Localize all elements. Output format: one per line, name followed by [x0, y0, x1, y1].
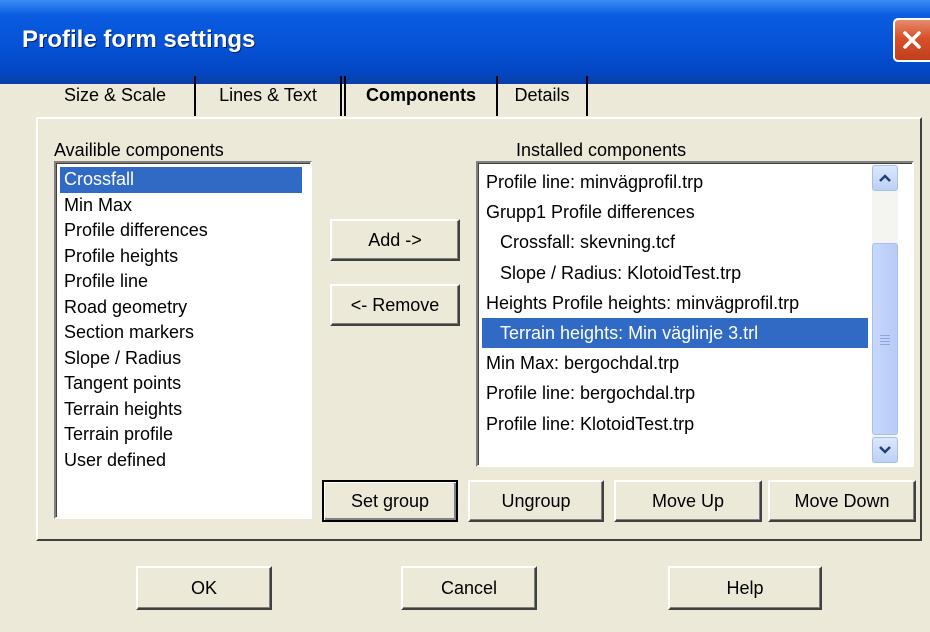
list-item[interactable]: Profile line: bergochdal.trp — [482, 378, 868, 408]
list-item[interactable]: Min Max — [60, 193, 302, 219]
list-item[interactable]: Grupp1 Profile differences — [482, 197, 868, 227]
available-components-label: Availible components — [54, 140, 224, 160]
list-item[interactable]: Heights Profile heights: minvägprofil.tr… — [482, 288, 868, 318]
scroll-up-button[interactable] — [872, 165, 898, 191]
list-item[interactable]: Terrain heights: Min väglinje 3.trl — [482, 317, 868, 349]
list-item[interactable]: Crossfall — [60, 167, 302, 193]
tab-details[interactable]: Details — [498, 76, 588, 116]
set-group-button[interactable]: Set group — [322, 480, 458, 522]
grip-line — [880, 344, 890, 345]
window-title: Profile form settings — [22, 26, 256, 53]
installed-components-list[interactable]: Profile line: minvägprofil.trp Grupp1 Pr… — [476, 161, 914, 467]
scroll-thumb[interactable] — [872, 243, 898, 435]
list-item[interactable]: Terrain heights — [60, 397, 302, 423]
list-item[interactable]: Profile line — [60, 269, 302, 295]
list-item[interactable]: Profile heights — [60, 244, 302, 270]
available-components-list[interactable]: Crossfall Min Max Profile differences Pr… — [54, 161, 312, 519]
list-item[interactable]: Tangent points — [60, 371, 302, 397]
list-item[interactable]: Road geometry — [60, 295, 302, 321]
chevron-up-icon — [879, 174, 891, 182]
grip-line — [880, 341, 890, 342]
ok-button[interactable]: OK — [136, 566, 272, 610]
tab-lines-text[interactable]: Lines & Text — [196, 76, 342, 116]
tab-size-scale[interactable]: Size & Scale — [36, 76, 196, 116]
list-item[interactable]: User defined — [60, 448, 302, 474]
remove-button[interactable]: <- Remove — [330, 284, 460, 326]
help-button[interactable]: Help — [668, 566, 822, 610]
cancel-button[interactable]: Cancel — [401, 566, 537, 610]
list-item[interactable]: Slope / Radius: KlotoidTest.trp — [482, 258, 868, 288]
grip-line — [880, 335, 890, 336]
scroll-down-button[interactable] — [872, 437, 898, 463]
ungroup-button[interactable]: Ungroup — [468, 480, 604, 522]
add-button[interactable]: Add -> — [330, 219, 460, 261]
list-item[interactable]: Profile line: KlotoidTest.trp — [482, 409, 868, 439]
title-bar[interactable]: Profile form settings — [0, 0, 930, 84]
list-item[interactable]: Slope / Radius — [60, 346, 302, 372]
list-item[interactable]: Profile line: minvägprofil.trp — [482, 167, 868, 197]
list-item[interactable]: Profile differences — [60, 218, 302, 244]
list-item[interactable]: Section markers — [60, 320, 302, 346]
move-down-button[interactable]: Move Down — [768, 480, 916, 522]
grip-line — [880, 338, 890, 339]
tab-components[interactable]: Components — [344, 76, 498, 116]
chevron-down-icon — [879, 446, 891, 454]
list-item[interactable]: Terrain profile — [60, 422, 302, 448]
list-item[interactable]: Crossfall: skevning.tcf — [482, 227, 868, 257]
vertical-scrollbar[interactable] — [872, 165, 898, 463]
move-up-button[interactable]: Move Up — [614, 480, 762, 522]
installed-components-label: Installed components — [516, 140, 687, 160]
list-item[interactable]: Min Max: bergochdal.trp — [482, 348, 868, 378]
close-icon — [903, 31, 921, 49]
close-button[interactable] — [893, 18, 930, 62]
